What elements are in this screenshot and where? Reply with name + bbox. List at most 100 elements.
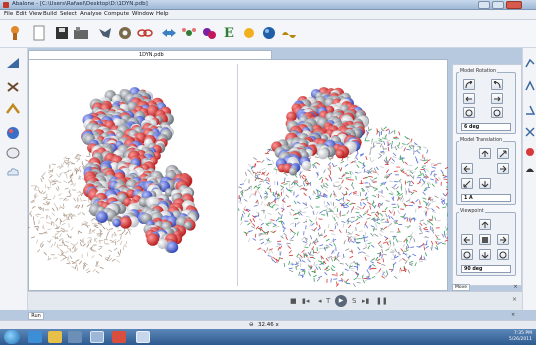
taskbar-abalone-icon[interactable] [136, 331, 150, 343]
draw-triangle-icon[interactable] [5, 56, 21, 70]
run-tab[interactable]: Run [28, 312, 44, 320]
menu-select[interactable]: Select [60, 11, 77, 17]
trace-icon[interactable]: T [326, 297, 330, 305]
blank-document-icon[interactable] [30, 24, 48, 42]
view-top-button[interactable] [479, 219, 491, 230]
torsion-icon[interactable] [525, 80, 535, 92]
start-button[interactable] [4, 330, 20, 344]
sphere-color-icon[interactable] [525, 146, 535, 158]
atom-icon[interactable] [180, 24, 198, 42]
taskbar-word-icon[interactable] [90, 331, 104, 343]
tray-date: 5/26/2011 [508, 337, 532, 342]
rotation-step-field[interactable]: 6 deg [461, 123, 511, 131]
viewpoint-group: Viewpoint 90 deg [456, 209, 516, 276]
model-translation-title: Model Translation [459, 138, 504, 143]
menu-window[interactable]: Window [132, 11, 154, 17]
measure-tool-icon[interactable] [5, 102, 21, 116]
new-molecule-icon[interactable] [6, 24, 24, 42]
menu-compute[interactable]: Compute [104, 11, 129, 17]
title-bar: Abalone - [C:\Users\Rafael\Desktop\D:\1D… [0, 0, 536, 10]
menu-help[interactable]: Help [156, 11, 169, 17]
pause-icon[interactable]: ❚❚ [376, 297, 388, 305]
toolbar: E [0, 20, 536, 48]
view-right-button[interactable] [497, 234, 509, 245]
model-rotation-group: Model Rotation 6 deg [456, 69, 516, 134]
view-rotate-left-button[interactable] [461, 249, 473, 260]
playbar-close-icon[interactable]: × [512, 296, 517, 303]
cloud-tool-icon[interactable] [5, 165, 21, 179]
translate-left-button[interactable] [461, 163, 473, 174]
taskbar: 7:35 PM 5/26/2011 [0, 329, 536, 345]
rotate-ccw-button[interactable] [463, 107, 475, 118]
taskbar-media-icon[interactable] [68, 331, 82, 343]
move-panel-tab[interactable]: Move [452, 284, 470, 291]
move-arrows-icon[interactable] [160, 24, 178, 42]
atom-cluster-icon[interactable] [200, 24, 218, 42]
status-bar: ⊖ 32.46 x [0, 320, 536, 329]
step-icon[interactable]: S [352, 297, 356, 305]
play-icon[interactable]: ▶ [335, 295, 347, 307]
translation-step-field[interactable]: 1 A [461, 194, 511, 202]
right-tool-bar [522, 48, 536, 310]
first-frame-icon[interactable]: ▮◂ [302, 297, 309, 305]
rotate-up-left-button[interactable] [463, 79, 475, 90]
minimize-button[interactable] [478, 1, 490, 9]
dihedral-icon[interactable] [525, 126, 535, 138]
taskbar-browser-icon[interactable] [112, 331, 126, 343]
close-icon[interactable]: × [511, 284, 520, 291]
view-bottom-button[interactable] [479, 249, 491, 260]
zoom-icon: ⊖ [249, 322, 254, 328]
rotate-up-right-button[interactable] [491, 79, 503, 90]
taskbar-ie-icon[interactable] [28, 331, 42, 343]
menu-edit[interactable]: Edit [16, 11, 27, 17]
surface-icon[interactable] [525, 164, 535, 176]
viewpoint-title: Viewpoint [459, 209, 485, 214]
model-rotation-title: Model Rotation [459, 69, 497, 74]
atom-select-icon[interactable] [5, 126, 21, 140]
taskbar-explorer-icon[interactable] [48, 331, 62, 343]
viewpoint-step-field[interactable]: 90 deg [461, 265, 511, 273]
next-frame-icon[interactable]: ▸▮ [362, 297, 369, 305]
maximize-button[interactable] [492, 1, 504, 9]
settings-wheel-icon[interactable] [116, 24, 134, 42]
stop-icon[interactable]: ■ [290, 297, 297, 305]
rotate-cw-button[interactable] [491, 107, 503, 118]
app-icon [3, 2, 9, 8]
dynamics-icon[interactable] [280, 24, 298, 42]
system-tray: 7:35 PM 5/26/2011 [509, 331, 532, 343]
left-spacefill-model [81, 87, 200, 253]
fragment-icon[interactable] [96, 24, 114, 42]
translate-right-button[interactable] [497, 163, 509, 174]
translate-up-button[interactable] [479, 148, 491, 159]
molecule-render[interactable] [28, 59, 448, 291]
rotate-left-button[interactable] [463, 93, 475, 104]
menu-file[interactable]: File [4, 11, 13, 17]
run-close-icon[interactable]: × [511, 312, 515, 318]
angle-icon[interactable] [525, 104, 535, 116]
sphere-icon[interactable] [260, 24, 278, 42]
view-front-button[interactable] [479, 234, 491, 245]
save-icon[interactable] [53, 24, 71, 42]
ellipse-tool-icon[interactable] [5, 146, 21, 160]
viewer-split-divider[interactable] [237, 64, 238, 286]
view-left-button[interactable] [461, 234, 473, 245]
close-button[interactable] [506, 1, 522, 9]
bond-tool-icon[interactable] [5, 80, 21, 94]
view-rotate-right-button[interactable] [497, 249, 509, 260]
menu-build[interactable]: Build [43, 11, 57, 17]
minimize-icon[interactable] [240, 24, 258, 42]
previous-frame-icon[interactable]: ◂ [318, 297, 322, 305]
chart-icon[interactable] [525, 56, 535, 68]
energy-E-icon[interactable]: E [220, 24, 238, 42]
rotate-right-button[interactable] [491, 93, 503, 104]
translate-down-button[interactable] [479, 178, 491, 189]
open-workspace-icon[interactable] [72, 24, 90, 42]
translate-diagonal-button[interactable] [497, 148, 509, 159]
menu-view[interactable]: View [29, 11, 42, 17]
link-icon[interactable] [136, 24, 154, 42]
left-tool-bar [0, 48, 28, 310]
menu-analyse[interactable]: Analyse [80, 11, 102, 17]
model-translation-group: Model Translation 1 A [456, 138, 516, 205]
translate-back-button[interactable] [461, 178, 473, 189]
document-tab[interactable]: 1DYN.pdb [28, 50, 272, 59]
